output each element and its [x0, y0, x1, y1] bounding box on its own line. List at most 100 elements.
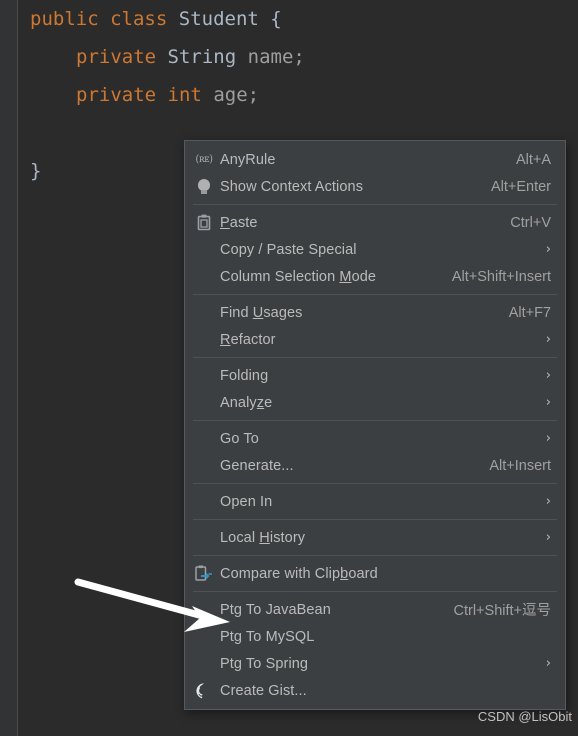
- code-token: int: [167, 84, 202, 106]
- menu-item-icon-placeholder: [193, 654, 215, 674]
- menu-item-label: Find Usages: [220, 304, 303, 321]
- menu-item-icon-placeholder: [193, 303, 215, 323]
- menu-item-label: Copy / Paste Special: [220, 241, 357, 258]
- code-token: age;: [213, 84, 260, 106]
- menu-item-copy-paste-special[interactable]: Copy / Paste Special ›: [185, 236, 565, 263]
- chevron-right-icon: ›: [545, 431, 551, 446]
- menu-item-shortcut: Ctrl+V: [510, 214, 551, 231]
- code-token: Student: [178, 8, 259, 30]
- menu-item-icon-placeholder: [193, 240, 215, 260]
- watermark-text: CSDN @LisObit: [477, 709, 572, 724]
- chevron-right-icon: ›: [545, 656, 551, 671]
- code-token: name;: [247, 46, 305, 68]
- menu-item-shortcut: Alt+Shift+Insert: [451, 268, 551, 285]
- anyrule-icon: (ʀᴇ): [193, 150, 215, 170]
- menu-item-compare-with-clipboard[interactable]: Compare with Clipboard: [185, 560, 565, 587]
- screenshot-root: public class Student {private String nam…: [0, 0, 578, 736]
- editor-context-menu[interactable]: (ʀᴇ) AnyRule Alt+A Show Context Actions Alt+…: [184, 140, 566, 710]
- code-token: String: [167, 46, 237, 68]
- menu-separator: [193, 204, 557, 205]
- menu-item-label: Column Selection Mode: [220, 268, 377, 285]
- menu-item-label: Go To: [220, 430, 259, 447]
- menu-item-paste[interactable]: Paste Ctrl+V: [185, 209, 565, 236]
- menu-item-label: Create Gist...: [220, 682, 307, 699]
- code-token: {: [258, 8, 282, 30]
- menu-item-anyrule[interactable]: (ʀᴇ) AnyRule Alt+A: [185, 146, 565, 173]
- menu-item-find-usages[interactable]: Find Usages Alt+F7: [185, 299, 565, 326]
- menu-item-refactor[interactable]: Refactor ›: [185, 326, 565, 353]
- menu-item-icon-placeholder: [193, 330, 215, 350]
- menu-item-label: Generate...: [220, 457, 294, 474]
- anyrule-icon-glyph: (ʀᴇ): [195, 154, 213, 165]
- chevron-right-icon: ›: [545, 332, 551, 347]
- menu-item-icon-placeholder: [193, 267, 215, 287]
- code-token: class: [110, 8, 168, 30]
- menu-separator: [193, 591, 557, 592]
- menu-item-icon-placeholder: [193, 600, 215, 620]
- menu-item-shortcut: Alt+F7: [508, 304, 551, 321]
- menu-item-icon-placeholder: [193, 456, 215, 476]
- chevron-right-icon: ›: [545, 368, 551, 383]
- menu-separator: [193, 294, 557, 295]
- menu-item-shortcut: Alt+Insert: [489, 457, 551, 474]
- menu-item-icon-placeholder: [193, 429, 215, 449]
- menu-item-label: Refactor: [220, 331, 276, 348]
- code-line: private int age;: [18, 76, 578, 114]
- chevron-right-icon: ›: [545, 530, 551, 545]
- compare-clipboard-icon: [193, 564, 215, 584]
- code-token: private: [76, 84, 157, 106]
- code-line: public class Student {: [18, 0, 578, 38]
- menu-item-shortcut: Alt+Enter: [490, 178, 551, 195]
- lightbulb-icon-shape: [198, 178, 210, 195]
- menu-item-icon-placeholder: [193, 627, 215, 647]
- menu-item-label: Folding: [220, 367, 269, 384]
- paste-icon: [193, 213, 215, 233]
- code-token: private: [76, 46, 157, 68]
- menu-item-icon-placeholder: [193, 492, 215, 512]
- menu-item-label: Show Context Actions: [220, 178, 364, 195]
- menu-item-label: Analyze: [220, 394, 273, 411]
- menu-item-ptg-to-spring[interactable]: Ptg To Spring ›: [185, 650, 565, 677]
- menu-separator: [193, 483, 557, 484]
- github-icon: [193, 681, 215, 701]
- menu-separator: [193, 357, 557, 358]
- menu-item-label: Ptg To MySQL: [220, 628, 315, 645]
- chevron-right-icon: ›: [545, 242, 551, 257]
- menu-item-label: Ptg To JavaBean: [220, 601, 331, 618]
- menu-item-label: Compare with Clipboard: [220, 565, 378, 582]
- menu-item-generate[interactable]: Generate... Alt+Insert: [185, 452, 565, 479]
- menu-item-icon-placeholder: [193, 366, 215, 386]
- menu-item-local-history[interactable]: Local History ›: [185, 524, 565, 551]
- code-token: }: [30, 160, 42, 182]
- menu-item-icon-placeholder: [193, 528, 215, 548]
- menu-item-label: Open In: [220, 493, 273, 510]
- menu-item-shortcut: Ctrl+Shift+逗号: [453, 603, 552, 619]
- menu-item-open-in[interactable]: Open In ›: [185, 488, 565, 515]
- chevron-right-icon: ›: [545, 395, 551, 410]
- menu-item-label: AnyRule: [220, 151, 276, 168]
- menu-item-show-context-actions[interactable]: Show Context Actions Alt+Enter: [185, 173, 565, 200]
- chevron-right-icon: ›: [545, 494, 551, 509]
- menu-separator: [193, 519, 557, 520]
- menu-item-ptg-to-javabean[interactable]: Ptg To JavaBean Ctrl+Shift+逗号: [185, 596, 565, 623]
- code-line: private String name;: [18, 38, 578, 76]
- menu-separator: [193, 555, 557, 556]
- menu-item-label: Ptg To Spring: [220, 655, 309, 672]
- menu-separator: [193, 420, 557, 421]
- menu-item-create-gist[interactable]: Create Gist...: [185, 677, 565, 704]
- menu-item-label: Paste: [220, 214, 258, 231]
- menu-item-folding[interactable]: Folding ›: [185, 362, 565, 389]
- menu-item-ptg-to-mysql[interactable]: Ptg To MySQL: [185, 623, 565, 650]
- menu-item-icon-placeholder: [193, 393, 215, 413]
- menu-item-analyze[interactable]: Analyze ›: [185, 389, 565, 416]
- menu-item-label: Local History: [220, 529, 306, 546]
- lightbulb-icon: [193, 177, 215, 197]
- editor-gutter: [0, 0, 18, 736]
- menu-item-go-to[interactable]: Go To ›: [185, 425, 565, 452]
- menu-item-column-selection-mode[interactable]: Column Selection Mode Alt+Shift+Insert: [185, 263, 565, 290]
